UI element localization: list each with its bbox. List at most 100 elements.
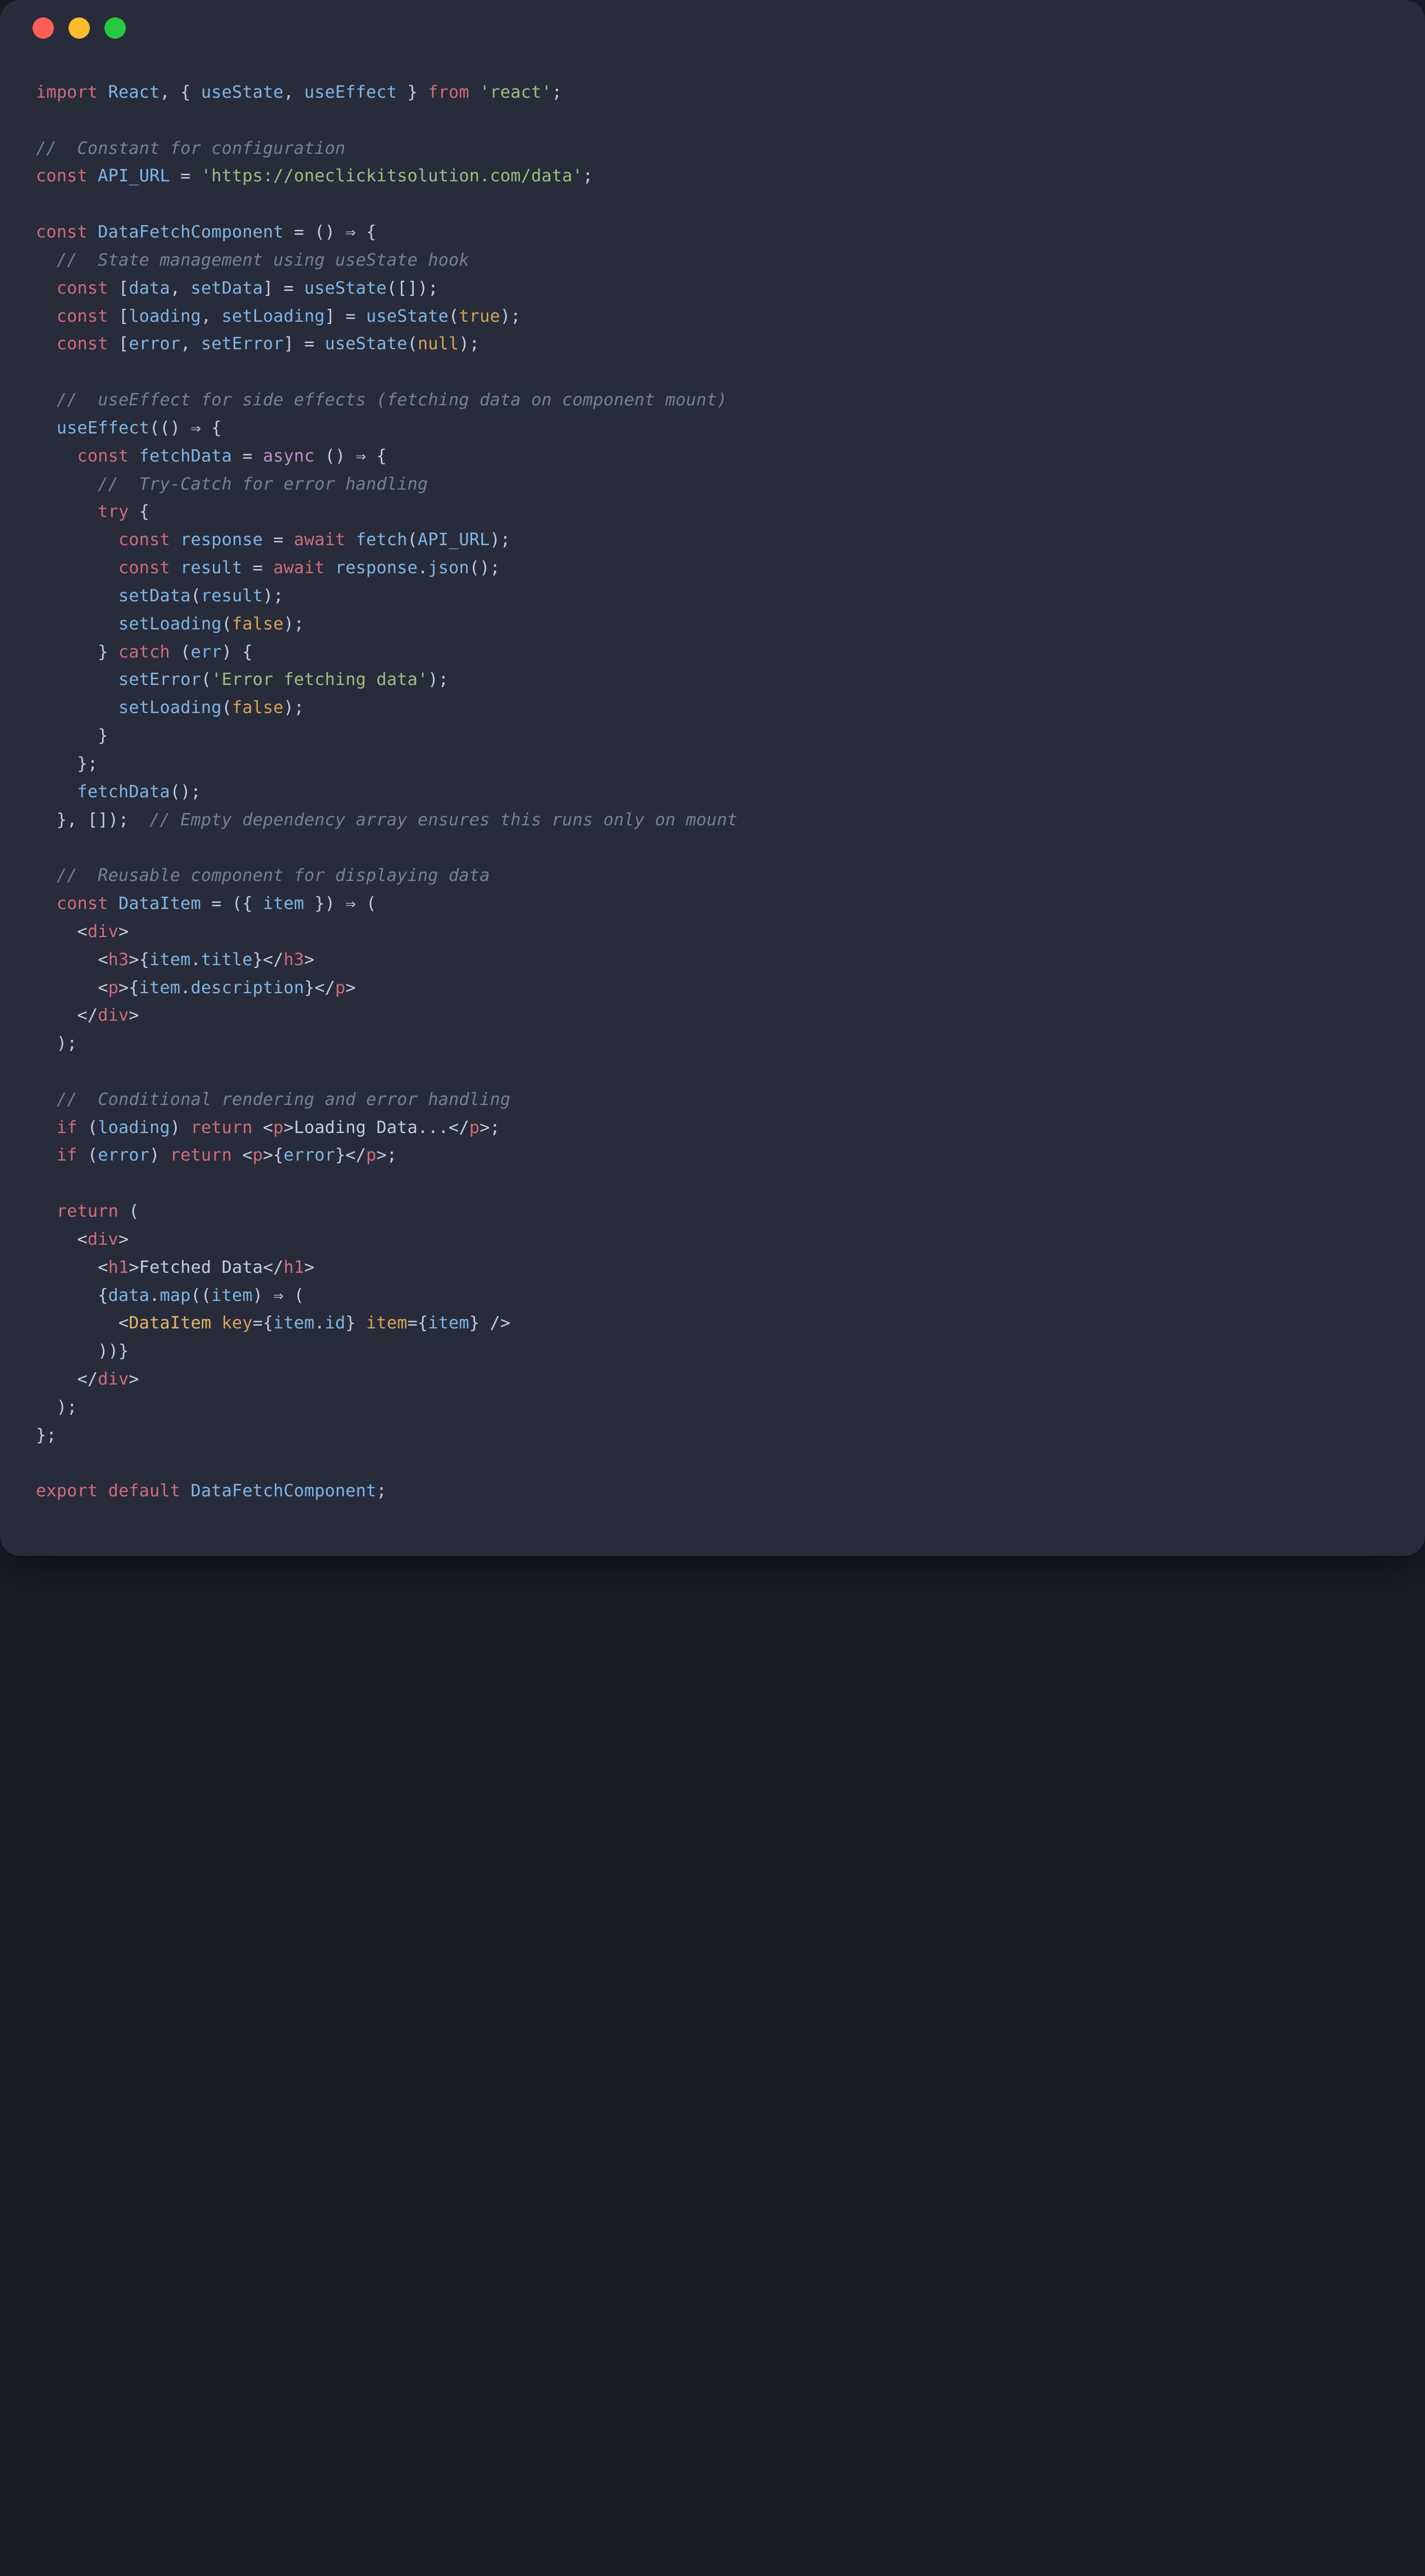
code-token: <: [36, 1258, 108, 1277]
code-token: fetchData: [139, 446, 232, 466]
code-token: };: [36, 1426, 57, 1445]
code-line: // Conditional rendering and error handl…: [36, 1086, 1389, 1114]
code-token: data: [129, 278, 170, 298]
code-token: {: [129, 502, 149, 522]
code-token: }) ⇒ (: [304, 894, 377, 914]
code-token: =: [170, 166, 201, 186]
code-token: 'https://oneclickitsolution.com/data': [201, 166, 583, 186]
code-token: ): [149, 1145, 170, 1165]
code-token: // Constant for configuration: [36, 139, 345, 158]
code-token: item: [428, 1313, 469, 1333]
code-token: = ({: [201, 894, 263, 914]
code-token: .: [314, 1313, 325, 1333]
code-token: ;: [552, 83, 562, 102]
code-line: if (error) return <p>{error}</p>;: [36, 1141, 1389, 1170]
code-token: >;: [376, 1145, 397, 1165]
code-token: [36, 558, 118, 578]
code-token: [170, 558, 180, 578]
code-token: const: [57, 307, 108, 326]
code-token: );: [284, 614, 304, 634]
code-token: error: [284, 1145, 335, 1165]
code-token: [36, 502, 98, 522]
code-token: >: [304, 950, 314, 970]
code-token: const: [57, 334, 108, 354]
code-token: export: [36, 1481, 98, 1501]
code-token: description: [191, 978, 304, 998]
code-token: p: [253, 1145, 263, 1165]
code-line: try {: [36, 498, 1389, 526]
code-token: p: [273, 1118, 284, 1138]
code-token: [36, 670, 118, 689]
code-token: ((: [191, 1286, 212, 1305]
code-line: };: [36, 750, 1389, 778]
code-line: if (loading) return <p>Loading Data...</…: [36, 1114, 1389, 1142]
code-token: <: [36, 922, 88, 942]
code-token: await: [273, 558, 325, 578]
code-token: loading: [129, 307, 201, 326]
code-line: // useEffect for side effects (fetching …: [36, 386, 1389, 414]
code-line: {data.map((item) ⇒ (: [36, 1282, 1389, 1310]
code-token: [36, 307, 57, 326]
code-token: (: [222, 614, 232, 634]
code-token: }</: [304, 978, 335, 998]
code-token: [36, 278, 57, 298]
code-editor-window: import React, { useState, useEffect } fr…: [0, 0, 1425, 1556]
code-token: .: [191, 950, 201, 970]
code-token: // State management using useState hook: [57, 250, 469, 270]
code-line: );: [36, 1394, 1389, 1422]
code-token: useState: [325, 334, 408, 354]
code-token: p: [366, 1145, 376, 1165]
code-token: return: [170, 1145, 232, 1165]
code-token: fetch: [356, 530, 408, 550]
code-token: ] =: [284, 334, 325, 354]
code-token: h1: [108, 1258, 129, 1277]
code-line: <p>{item.description}</p>: [36, 974, 1389, 1002]
code-line: // State management using useState hook: [36, 246, 1389, 275]
code-token: [36, 334, 57, 354]
code-token: div: [88, 1230, 118, 1249]
code-token: result: [201, 586, 263, 606]
code-token: );: [500, 307, 521, 326]
code-token: // Empty dependency array ensures this r…: [149, 810, 737, 830]
code-token: .: [149, 1286, 159, 1305]
code-token: result: [180, 558, 242, 578]
code-token: );: [263, 586, 284, 606]
code-content[interactable]: import React, { useState, useEffect } fr…: [0, 56, 1425, 1556]
code-token: ,: [284, 83, 304, 102]
code-token: p: [469, 1118, 479, 1138]
maximize-icon[interactable]: [104, 17, 126, 39]
code-token: const: [57, 894, 108, 914]
code-token: setData: [118, 586, 191, 606]
code-token: import: [36, 83, 98, 102]
code-token: ] =: [263, 278, 304, 298]
code-token: item: [273, 1313, 315, 1333]
code-line: <h1>Fetched Data</h1>: [36, 1254, 1389, 1282]
code-token: );: [428, 670, 449, 689]
code-token: [170, 530, 180, 550]
code-token: >: [129, 1369, 139, 1389]
code-token: >;: [479, 1118, 500, 1138]
code-token: h1: [284, 1258, 304, 1277]
code-line: const [data, setData] = useState([]);: [36, 275, 1389, 303]
code-token: setError: [201, 334, 284, 354]
code-line: // Try-Catch for error handling: [36, 471, 1389, 499]
code-token: };: [36, 754, 98, 774]
code-token: response: [335, 558, 418, 578]
code-line: const API_URL = 'https://oneclickitsolut…: [36, 162, 1389, 190]
code-token: try: [98, 502, 129, 522]
code-token: = () ⇒ {: [284, 222, 376, 242]
code-line: [36, 107, 1389, 135]
code-token: // Try-Catch for error handling: [98, 474, 428, 494]
code-token: loading: [98, 1118, 170, 1138]
minimize-icon[interactable]: [68, 17, 90, 39]
code-token: >Fetched Data</: [129, 1258, 284, 1277]
close-icon[interactable]: [33, 17, 54, 39]
code-token: error: [129, 334, 180, 354]
code-token: [36, 1118, 57, 1138]
code-token: [98, 83, 108, 102]
code-token: item: [149, 950, 191, 970]
code-token: id: [325, 1313, 346, 1333]
code-line: const [error, setError] = useState(null)…: [36, 330, 1389, 358]
code-token: useEffect: [57, 418, 149, 438]
code-token: [36, 866, 57, 885]
